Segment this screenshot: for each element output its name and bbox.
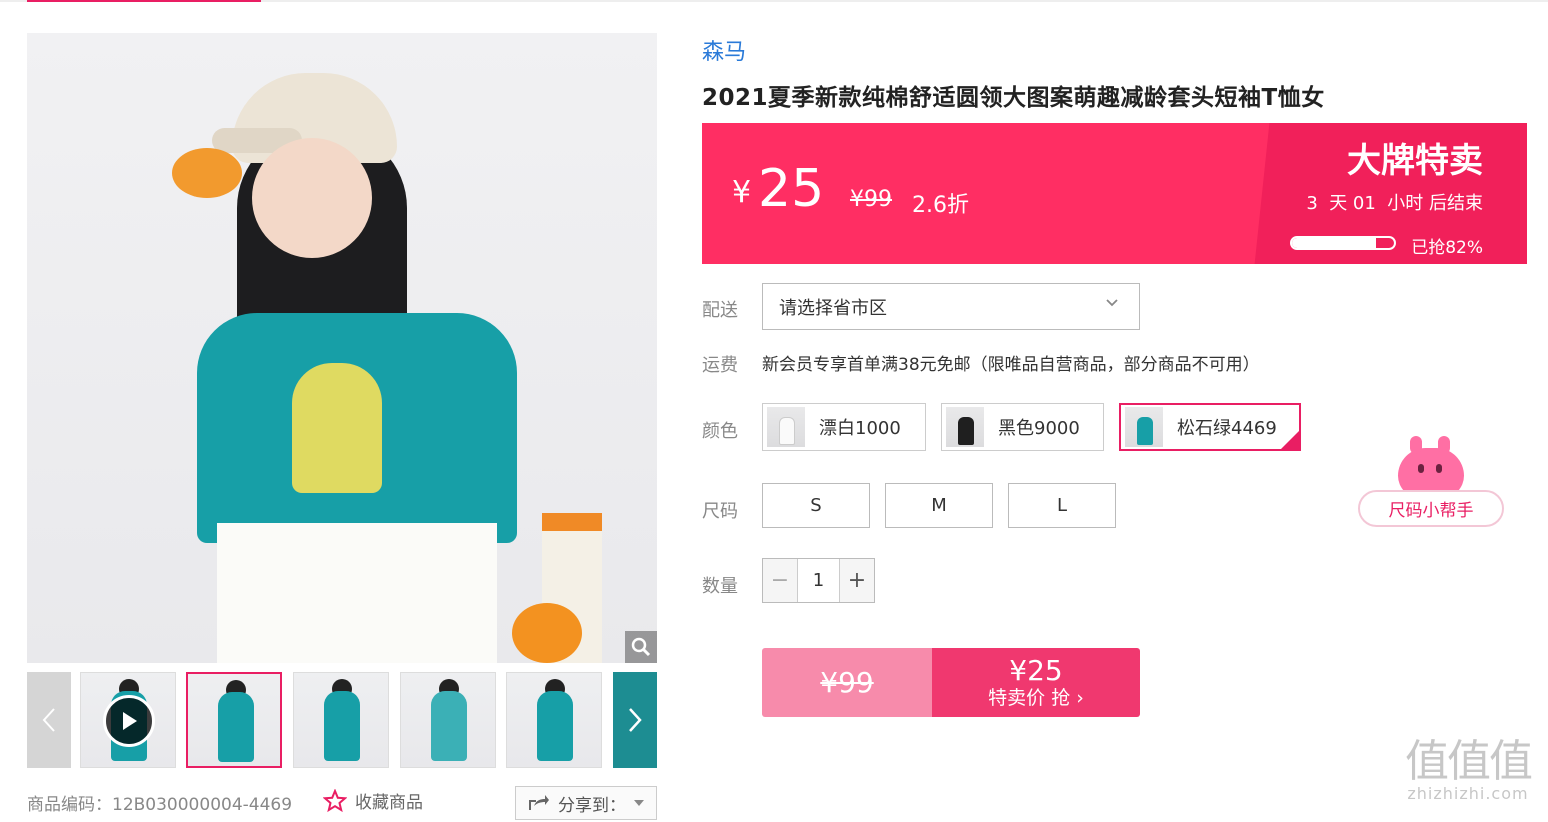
thumb-prev-button[interactable] (27, 672, 71, 768)
size-option-s[interactable]: S (762, 483, 870, 528)
thumbnail[interactable] (293, 672, 389, 768)
shipping-label: 运费 (702, 355, 738, 376)
color-swatch-image (946, 407, 984, 447)
watermark-url: zhizhizhi.com (1407, 784, 1529, 803)
sold-progress-bar (1290, 236, 1396, 250)
buy-now-area[interactable]: ¥25 特卖价 抢 › (932, 648, 1140, 717)
size-option-l[interactable]: L (1008, 483, 1116, 528)
star-icon (323, 788, 347, 812)
sold-progress-fill (1292, 238, 1376, 248)
thumbnail[interactable] (400, 672, 496, 768)
quantity-stepper: − 1 + (762, 558, 875, 603)
watermark-logo: 值值值 (1405, 736, 1533, 787)
thumbnail-strip (27, 672, 657, 768)
product-meta-row: 商品编码：12B030000004-4469 收藏商品 分享到： (27, 786, 657, 822)
color-option-white[interactable]: 漂白1000 (762, 403, 926, 451)
mascot-ear (1438, 436, 1450, 454)
currency-symbol: ¥ (732, 175, 752, 210)
image-pants (217, 523, 497, 663)
original-price: ¥99 (850, 187, 892, 212)
mascot-eye (1436, 464, 1442, 473)
mascot-eye (1418, 464, 1424, 473)
sold-progress-label: 已抢82% (1411, 238, 1483, 258)
price-banner: ¥ 25 ¥99 2.6折 大牌特卖 3 天 01 小时 后结束 已抢82% (702, 123, 1527, 264)
discount-rate: 2.6折 (912, 193, 969, 218)
favorite-label: 收藏商品 (355, 793, 423, 813)
color-option-black[interactable]: 黑色9000 (941, 403, 1104, 451)
thumb-figure (324, 691, 360, 761)
quantity-increment-button[interactable]: + (840, 559, 874, 602)
product-title: 2021夏季新款纯棉舒适圆领大图案萌趣减龄套头短袖T恤女 (702, 85, 1325, 111)
buy-sale-price: ¥25 (1009, 654, 1063, 688)
image-model-face (252, 138, 372, 258)
selected-check-icon (1281, 431, 1299, 449)
thumb-figure (537, 691, 573, 761)
site-watermark: 值值值 zhizhizhi.com (1398, 736, 1538, 804)
thumb-figure (218, 692, 254, 762)
chevron-down-icon (1106, 299, 1118, 307)
top-divider (0, 0, 1548, 2)
thumbnail[interactable] (506, 672, 602, 768)
color-swatch-image (767, 407, 805, 447)
chevron-right-icon (629, 708, 642, 732)
brand-link[interactable]: 森马 (702, 34, 746, 66)
thumbnail-video[interactable] (80, 672, 176, 768)
event-title: 大牌特卖 (1347, 141, 1483, 181)
zoom-icon[interactable] (625, 631, 657, 663)
region-select[interactable]: 请选择省市区 (762, 283, 1140, 330)
image-orange-half (512, 603, 582, 663)
thumbnail-selected[interactable] (186, 672, 282, 768)
color-option-label: 黑色9000 (998, 418, 1080, 439)
share-label: 分享到： (558, 795, 626, 816)
main-product-image[interactable] (27, 33, 657, 663)
image-tshirt-print (292, 363, 382, 493)
image-orange (172, 148, 242, 198)
favorite-button[interactable]: 收藏商品 (323, 788, 423, 813)
region-select-value: 请选择省市区 (779, 297, 887, 319)
size-label: 尺码 (702, 501, 738, 522)
countdown-text: 3 天 01 小时 后结束 (1306, 193, 1483, 214)
shipping-info: 新会员专享首单满38元免邮（限唯品自营商品，部分商品不可用） (762, 355, 1260, 375)
color-label: 颜色 (702, 421, 738, 442)
share-icon (529, 795, 549, 810)
caret-down-icon (634, 800, 644, 806)
product-code: 商品编码：12B030000004-4469 (27, 795, 293, 815)
play-icon[interactable] (103, 695, 155, 747)
active-tab-indicator (27, 0, 261, 2)
buy-action-label: 特卖价 抢 › (988, 686, 1084, 709)
thumb-figure (431, 691, 467, 761)
color-option-label: 松石绿4469 (1177, 418, 1277, 439)
sale-price: 25 (758, 159, 825, 219)
quantity-value[interactable]: 1 (797, 559, 840, 602)
chevron-left-icon (42, 708, 55, 732)
size-option-m[interactable]: M (885, 483, 993, 528)
size-helper-button[interactable]: 尺码小帮手 (1358, 490, 1504, 527)
buy-button[interactable]: ¥99 ¥25 特卖价 抢 › (762, 648, 1140, 717)
buy-original-price: ¥99 (762, 648, 932, 717)
color-option-turquoise[interactable]: 松石绿4469 (1119, 403, 1301, 451)
quantity-label: 数量 (702, 576, 738, 597)
thumb-next-button[interactable] (613, 672, 657, 768)
quantity-decrement-button[interactable]: − (763, 559, 797, 602)
color-swatch-image (1125, 407, 1163, 447)
color-option-label: 漂白1000 (819, 418, 901, 439)
delivery-label: 配送 (702, 300, 738, 321)
share-dropdown[interactable]: 分享到： (515, 786, 657, 820)
mascot-ear (1410, 436, 1422, 454)
